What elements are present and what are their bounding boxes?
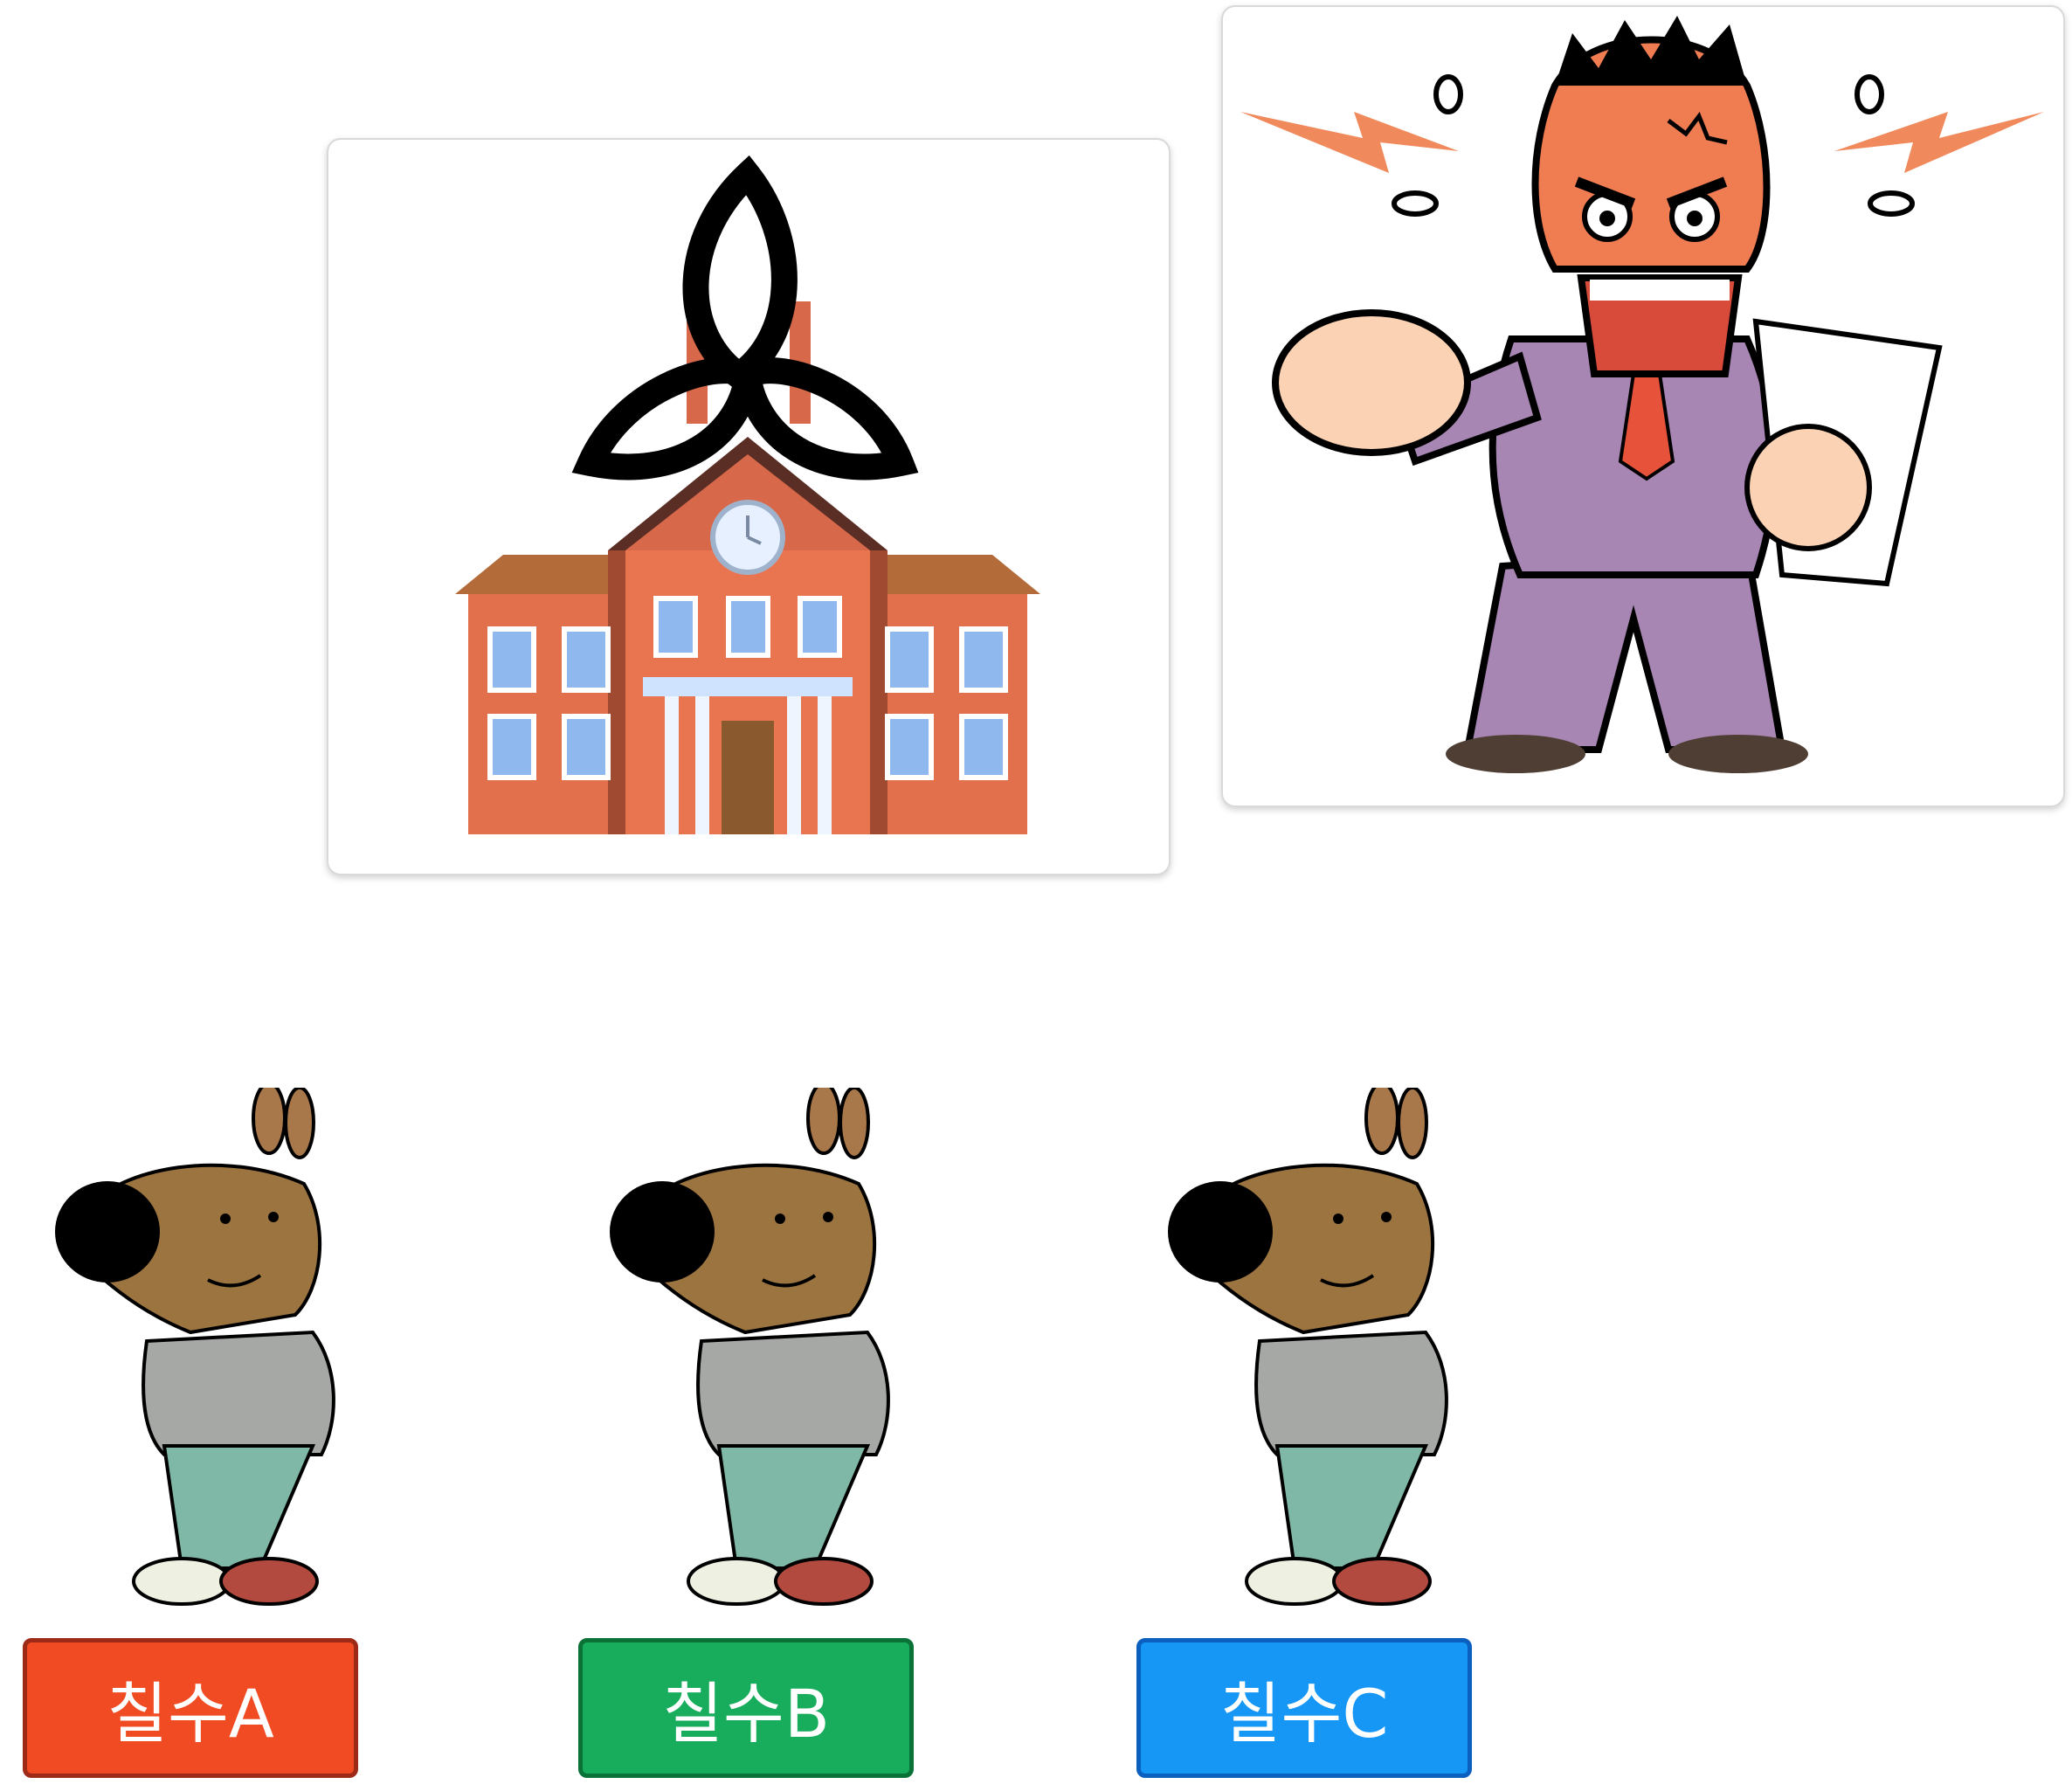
angry-boss-icon bbox=[1240, 16, 2044, 773]
lightning-icon bbox=[1834, 112, 2044, 173]
chilsu-c-button[interactable]: 칠수C bbox=[1136, 1638, 1472, 1778]
school-building-icon bbox=[455, 155, 1040, 834]
boss-card[interactable] bbox=[1221, 5, 2065, 807]
school-card[interactable] bbox=[327, 138, 1171, 875]
dog-character-icon bbox=[1168, 1082, 1448, 1606]
lightning-icon bbox=[1240, 112, 1459, 173]
character-b bbox=[588, 1082, 902, 1612]
character-c bbox=[1146, 1082, 1461, 1612]
chilsu-a-button[interactable]: 칠수A bbox=[23, 1638, 358, 1778]
chilsu-b-button[interactable]: 칠수B bbox=[578, 1638, 914, 1778]
dog-character-icon bbox=[55, 1082, 335, 1606]
dog-character-icon bbox=[610, 1082, 890, 1606]
character-a bbox=[33, 1082, 348, 1612]
triquetra-icon bbox=[571, 155, 919, 481]
